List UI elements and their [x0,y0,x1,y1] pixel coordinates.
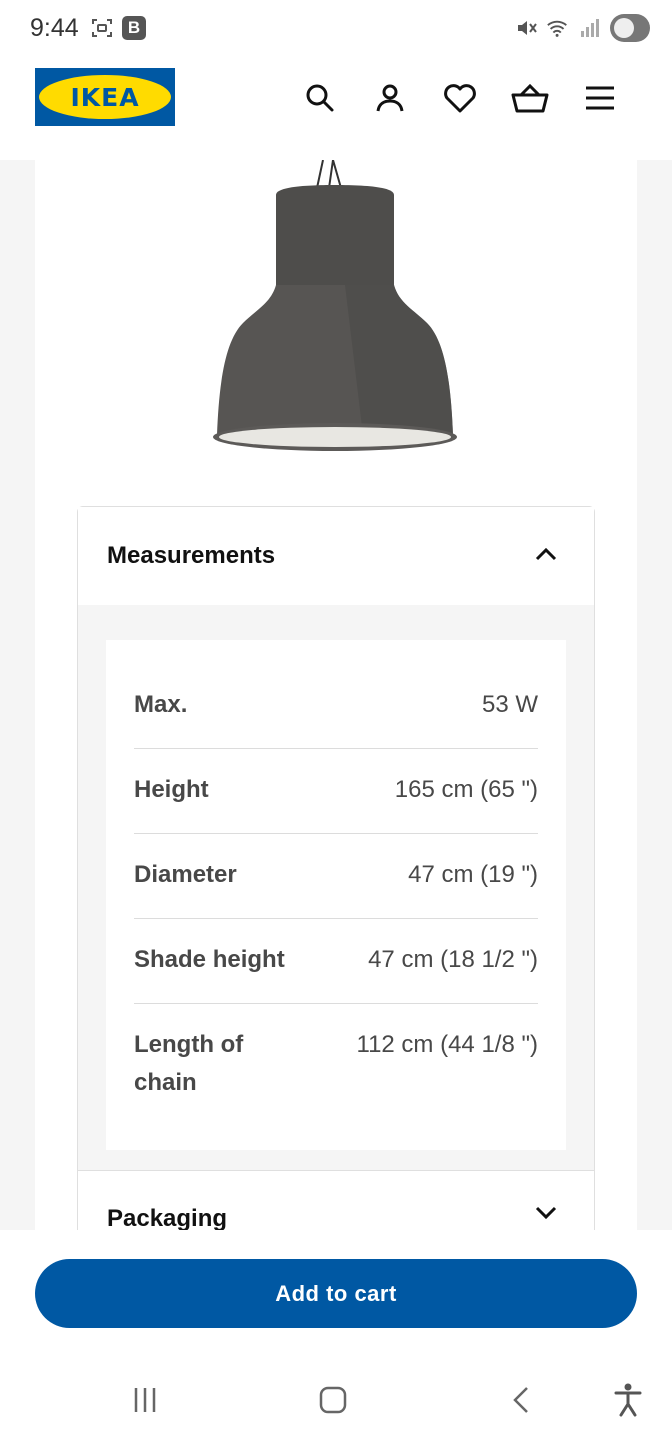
measurement-value: 53 W [481,691,538,718]
add-to-cart-button[interactable]: Add to cart [35,1259,637,1328]
measurement-value: 47 cm (18 1/2 ") [368,946,538,973]
chevron-up-icon [534,546,558,567]
system-nav-bar [0,1360,672,1440]
measurement-row: Height 165 cm (65 ") [134,749,538,834]
home-icon[interactable] [313,1380,353,1420]
mute-icon [514,16,538,40]
logo-text: IKEA [70,82,140,112]
measurements-title: Measurements [107,542,276,569]
basket-icon[interactable] [510,78,550,118]
screenshot-icon [90,16,114,40]
measurements-header[interactable]: Measurements [78,507,594,605]
packaging-title: Packaging [107,1205,228,1230]
measurement-row: Diameter 47 cm (19 ") [134,834,538,919]
measurement-row: Shade height 47 cm (18 1/2 ") [134,919,538,1004]
measurement-row: Max. 53 W [134,664,538,749]
measurement-value: 47 cm (19 ") [408,861,538,888]
measurement-label: Length of chain [134,1031,244,1096]
measurements-panel: Max. 53 W Height 165 cm (65 ") Diameter … [106,640,566,1150]
ikea-logo[interactable]: IKEA [35,68,175,126]
account-icon[interactable] [370,78,410,118]
status-time: 9:44 [30,14,79,42]
measurement-label: Max. [134,691,188,718]
measurement-label: Diameter [134,861,237,888]
b-badge-icon: B [122,16,146,40]
packaging-accordion-header[interactable]: Packaging [77,1170,595,1230]
menu-icon[interactable] [580,78,620,118]
wifi-icon [546,16,570,40]
measurement-value: 112 cm (44 1/8 ") [356,1031,539,1058]
chevron-down-icon [534,1205,558,1226]
product-image [205,160,465,460]
back-icon[interactable] [502,1380,542,1420]
status-bar: 9:44 B [0,0,672,60]
measurement-value: 165 cm (65 ") [394,776,538,803]
battery-icon [610,14,650,42]
measurements-body: Max. 53 W Height 165 cm (65 ") Diameter … [78,605,594,1180]
measurement-label: Height [134,776,209,803]
product-card: Measurements Max. 53 W Height 165 cm (65… [35,160,637,1230]
accessibility-icon[interactable] [608,1380,648,1420]
heart-icon[interactable] [440,78,480,118]
measurements-accordion: Measurements Max. 53 W Height 165 cm (65… [77,506,595,1181]
bottom-action-bar: Add to cart [0,1230,672,1360]
measurement-row: Length of chain 112 cm (44 1/8 ") [134,1004,538,1126]
recent-apps-icon[interactable] [125,1380,165,1420]
site-header: IKEA [0,60,672,160]
search-icon[interactable] [300,78,340,118]
measurement-label: Shade height [134,946,285,973]
signal-icon [578,16,602,40]
